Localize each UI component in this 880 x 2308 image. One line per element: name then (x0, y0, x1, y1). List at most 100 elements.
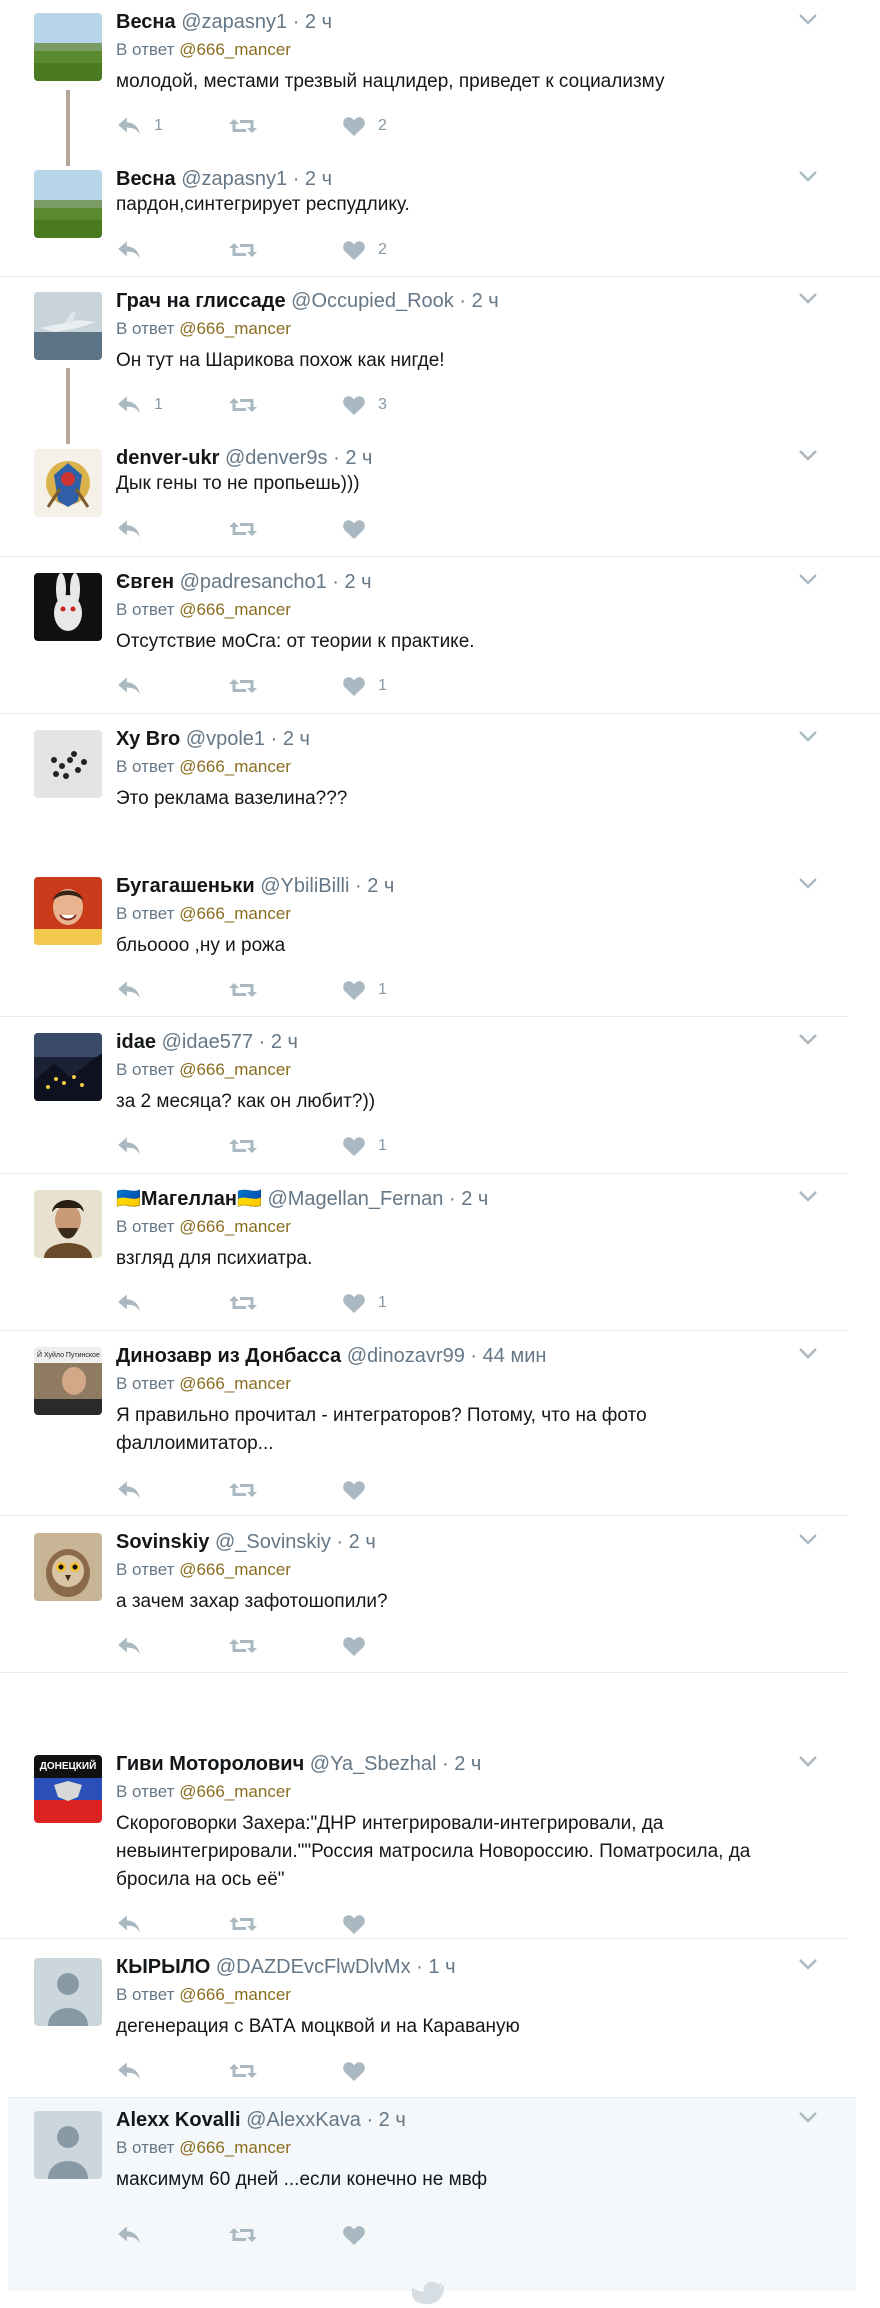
avatar[interactable] (34, 730, 102, 798)
tweet-time[interactable]: 2 ч (472, 290, 499, 312)
tweet[interactable]: Бугагашеньки @YbiliBilli · 2 ч В ответ @… (0, 864, 880, 1014)
reply-button[interactable] (116, 1290, 154, 1316)
chevron-down-icon[interactable] (798, 291, 818, 305)
tweet-time[interactable]: 2 ч (454, 1753, 481, 1775)
chevron-down-icon[interactable] (798, 876, 818, 890)
chevron-down-icon[interactable] (798, 1189, 818, 1203)
reply-button[interactable] (116, 977, 154, 1003)
like-button[interactable]: 1 (342, 1290, 387, 1316)
tweet[interactable]: idae @idae577 · 2 ч В ответ @666_mancer … (0, 1020, 880, 1170)
avatar[interactable] (34, 1033, 102, 1101)
tweet[interactable]: КЫРЫЛО @DAZDEvcFlwDlvMx · 1 ч В ответ @6… (0, 1945, 880, 2095)
user-name[interactable]: Гиви Моторолович (116, 1753, 304, 1775)
mention-link[interactable]: @666_mancer (179, 1374, 291, 1393)
tweet-time[interactable]: 1 ч (428, 1956, 455, 1978)
mention-link[interactable]: @666_mancer (179, 757, 291, 776)
like-button[interactable] (342, 516, 378, 542)
tweet[interactable]: Грач на глиссаде @Occupied_Rook · 2 ч В … (0, 279, 880, 419)
user-handle[interactable]: @dinozavr99 (347, 1345, 465, 1367)
user-name[interactable]: Динозавр из Донбасса (116, 1345, 341, 1367)
like-button[interactable]: 2 (342, 237, 387, 263)
tweet-time[interactable]: 2 ч (349, 1531, 376, 1553)
like-button[interactable]: 1 (342, 673, 387, 699)
like-button[interactable] (342, 1633, 378, 1659)
chevron-down-icon[interactable] (798, 2110, 818, 2124)
mention-link[interactable]: @666_mancer (179, 1560, 291, 1579)
reply-button[interactable] (116, 673, 154, 699)
tweet[interactable]: 🇺🇦Магеллан🇺🇦 @Magellan_Fernan · 2 ч В от… (0, 1177, 880, 1327)
chevron-down-icon[interactable] (798, 1532, 818, 1546)
avatar[interactable] (34, 1190, 102, 1258)
tweet[interactable]: Alexx Kovalli @AlexxKava · 2 ч В ответ @… (0, 2098, 880, 2268)
chevron-down-icon[interactable] (798, 169, 818, 183)
user-name[interactable]: КЫРЫЛО (116, 1956, 210, 1978)
user-handle[interactable]: @_Sovinskiy (215, 1531, 331, 1553)
reply-button[interactable] (116, 1633, 154, 1659)
chevron-down-icon[interactable] (798, 12, 818, 26)
avatar[interactable] (34, 449, 102, 517)
tweet-time[interactable]: 2 ч (367, 875, 394, 897)
like-button[interactable]: 3 (342, 392, 387, 418)
chevron-down-icon[interactable] (798, 572, 818, 586)
chevron-down-icon[interactable] (798, 729, 818, 743)
mention-link[interactable]: @666_mancer (179, 904, 291, 923)
avatar[interactable] (34, 292, 102, 360)
user-handle[interactable]: @YbiliBilli (260, 875, 349, 897)
avatar[interactable] (34, 13, 102, 81)
reply-button[interactable] (116, 1133, 154, 1159)
reply-button[interactable] (116, 516, 154, 542)
chevron-down-icon[interactable] (798, 1346, 818, 1360)
mention-link[interactable]: @666_mancer (179, 1782, 291, 1801)
tweet[interactable]: Sovinskiy @_Sovinskiy · 2 ч В ответ @666… (0, 1520, 880, 1670)
user-handle[interactable]: @Occupied_Rook (291, 290, 454, 312)
retweet-button[interactable] (228, 673, 270, 699)
user-name[interactable]: Бугагашеньки (116, 875, 255, 897)
tweet-time[interactable]: 2 ч (271, 1031, 298, 1053)
tweet[interactable]: Й Хуйло Путинское Динозавр из Донбасса @… (0, 1334, 880, 1514)
user-handle[interactable]: @denver9s (225, 447, 328, 469)
mention-link[interactable]: @666_mancer (179, 1985, 291, 2004)
reply-button[interactable] (116, 2058, 154, 2084)
mention-link[interactable]: @666_mancer (179, 40, 291, 59)
user-handle[interactable]: @Magellan_Fernan (267, 1188, 443, 1210)
retweet-button[interactable] (228, 977, 270, 1003)
mention-link[interactable]: @666_mancer (179, 1060, 291, 1079)
tweet[interactable]: Весна @zapasny1 · 2 ч пардон,синтегрируе… (0, 157, 880, 276)
user-name[interactable]: Alexx Kovalli (116, 2109, 241, 2131)
chevron-down-icon[interactable] (798, 1754, 818, 1768)
retweet-button[interactable] (228, 392, 270, 418)
tweet-time[interactable]: 2 ч (379, 2109, 406, 2131)
tweet[interactable]: ДОНЕЦКИЙ Гиви Моторолович @Ya_Sbezhal · … (0, 1742, 880, 1937)
retweet-button[interactable] (228, 2058, 270, 2084)
reply-button[interactable] (116, 1911, 154, 1937)
tweet-time[interactable]: 2 ч (345, 447, 372, 469)
user-handle[interactable]: @padresancho1 (180, 571, 327, 593)
retweet-button[interactable] (228, 1290, 270, 1316)
like-button[interactable] (342, 2058, 378, 2084)
avatar[interactable] (34, 877, 102, 945)
tweet[interactable]: Ху Bro @vpole1 · 2 ч В ответ @666_mancer… (0, 717, 880, 847)
avatar[interactable]: ДОНЕЦКИЙ (34, 1755, 102, 1823)
user-name[interactable]: Sovinskiy (116, 1531, 209, 1553)
user-name[interactable]: Грач на глиссаде (116, 290, 286, 312)
like-button[interactable]: 1 (342, 977, 387, 1003)
mention-link[interactable]: @666_mancer (179, 2138, 291, 2157)
tweet[interactable]: Євген @padresancho1 · 2 ч В ответ @666_m… (0, 560, 880, 710)
mention-link[interactable]: @666_mancer (179, 319, 291, 338)
reply-button[interactable]: 1 (116, 113, 163, 139)
retweet-button[interactable] (228, 113, 270, 139)
chevron-down-icon[interactable] (798, 1957, 818, 1971)
tweet-time[interactable]: 2 ч (345, 571, 372, 593)
like-button[interactable] (342, 2222, 378, 2248)
like-button[interactable] (342, 1911, 378, 1937)
user-handle[interactable]: @vpole1 (186, 728, 265, 750)
retweet-button[interactable] (228, 1133, 270, 1159)
like-button[interactable] (342, 1477, 378, 1503)
user-name[interactable]: Весна (116, 11, 176, 33)
tweet-time[interactable]: 2 ч (305, 11, 332, 33)
tweet[interactable]: denver-ukr @denver9s · 2 ч Дык гены то н… (0, 436, 880, 556)
reply-button[interactable]: 1 (116, 392, 163, 418)
chevron-down-icon[interactable] (798, 1032, 818, 1046)
reply-button[interactable] (116, 237, 154, 263)
like-button[interactable]: 2 (342, 113, 387, 139)
